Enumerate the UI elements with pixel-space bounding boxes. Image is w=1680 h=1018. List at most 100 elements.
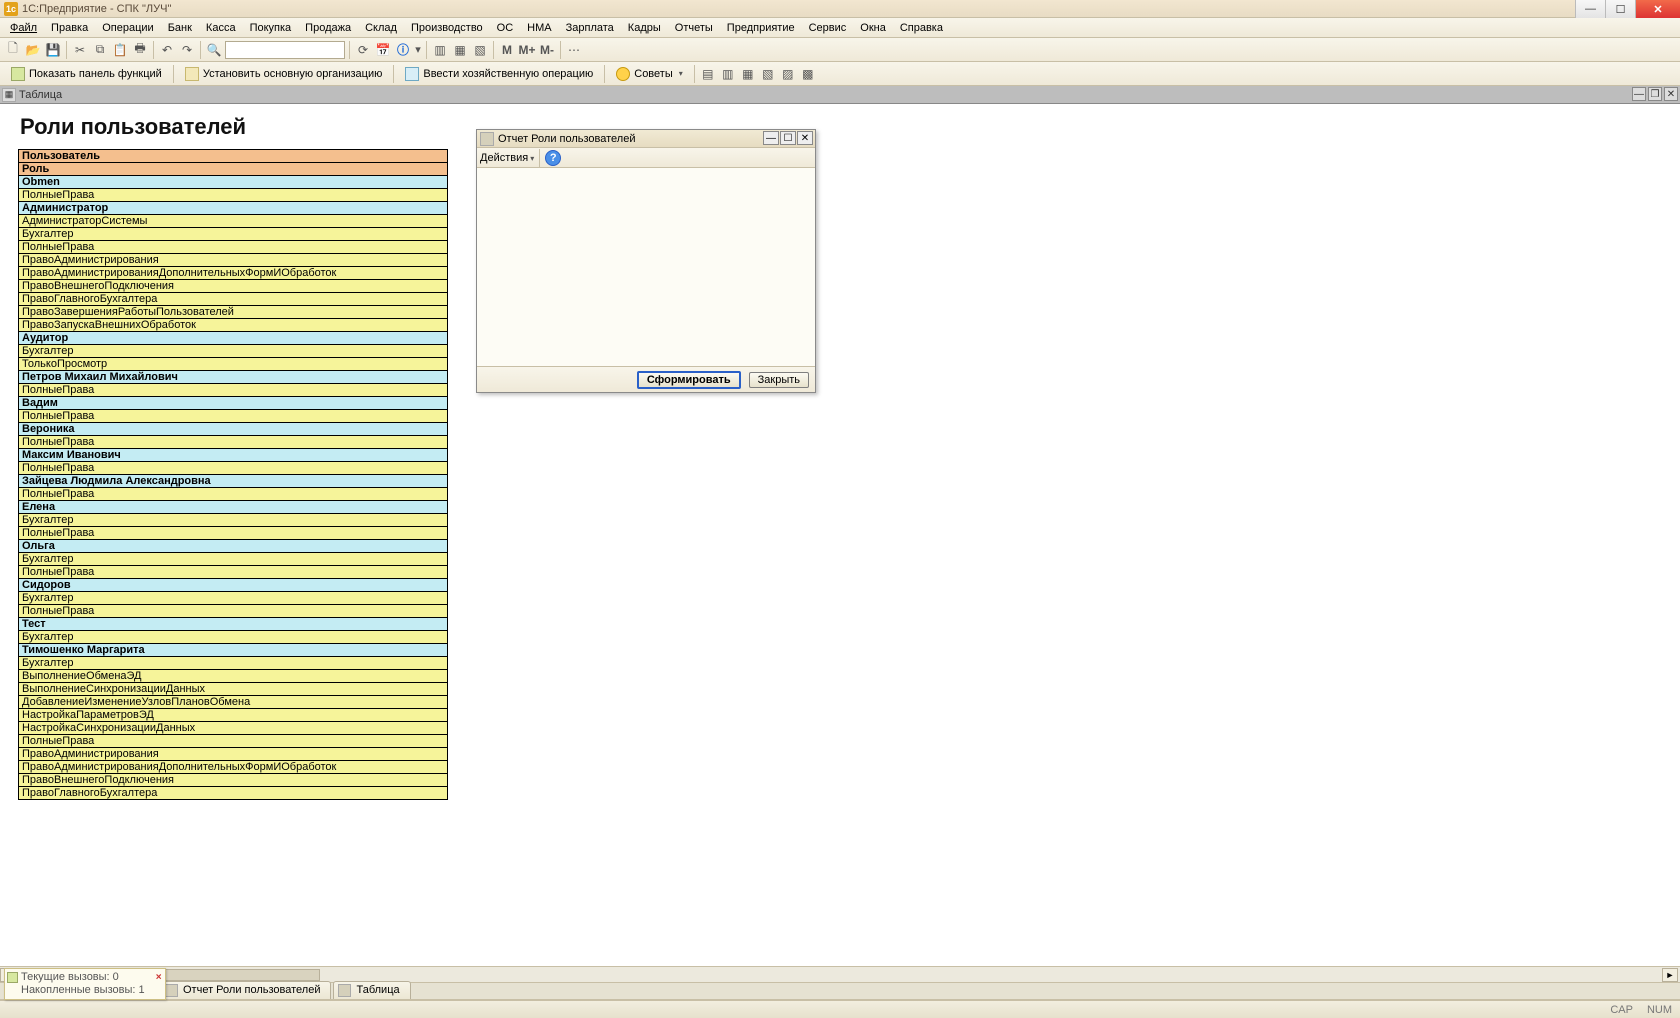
- set-main-org-label: Установить основную организацию: [203, 68, 383, 80]
- report-dialog: Отчет Роли пользователей — ☐ ✕ Действия …: [476, 129, 816, 393]
- menu-service[interactable]: Сервис: [803, 20, 853, 36]
- bulb-icon: [616, 67, 630, 81]
- save-icon[interactable]: 💾: [44, 41, 62, 59]
- enter-operation-button[interactable]: Ввести хозяйственную операцию: [398, 64, 600, 84]
- dialog-close-button[interactable]: ✕: [797, 131, 813, 145]
- dialog-maximize-button[interactable]: ☐: [780, 131, 796, 145]
- report-role-row: ПравоАдминистрированияДополнительныхФорм…: [19, 267, 448, 280]
- report-user-row: Елена: [19, 501, 448, 514]
- menu-purchase[interactable]: Покупка: [244, 20, 298, 36]
- menu-file[interactable]: Файл: [4, 20, 43, 36]
- menu-edit[interactable]: Правка: [45, 20, 94, 36]
- report-role-row: ПолныеПрава: [19, 488, 448, 501]
- extra3-icon[interactable]: ▦: [739, 65, 757, 83]
- report-role-row: ПолныеПрава: [19, 410, 448, 423]
- menu-warehouse[interactable]: Склад: [359, 20, 403, 36]
- show-function-panel-label: Показать панель функций: [29, 68, 162, 80]
- report-role-row: ПолныеПрава: [19, 189, 448, 202]
- report-role-row: НастройкаСинхронизацииДанных: [19, 722, 448, 735]
- dialog-minimize-button[interactable]: —: [763, 131, 779, 145]
- doc-minimize-button[interactable]: —: [1632, 87, 1646, 101]
- report-role-row: ПолныеПрава: [19, 566, 448, 579]
- close-button[interactable]: ✕: [1635, 0, 1680, 18]
- report-user-row: Ольга: [19, 540, 448, 553]
- m-plus-icon[interactable]: M+: [518, 41, 536, 59]
- help-icon[interactable]: ?: [545, 150, 561, 166]
- tool-c-icon[interactable]: ▧: [471, 41, 489, 59]
- menu-production[interactable]: Производство: [405, 20, 489, 36]
- generate-button[interactable]: Сформировать: [637, 371, 741, 389]
- app-logo-icon: 1c: [4, 2, 18, 16]
- cut-icon[interactable]: ✂: [71, 41, 89, 59]
- print-icon[interactable]: 🖶: [131, 41, 149, 59]
- menu-bank[interactable]: Банк: [162, 20, 198, 36]
- find-input[interactable]: [225, 41, 345, 59]
- minimize-button[interactable]: —: [1575, 0, 1605, 18]
- statusbar: CAP NUM: [0, 1000, 1680, 1018]
- tool-b-icon[interactable]: ▦: [451, 41, 469, 59]
- info-icon[interactable]: ⓘ: [394, 41, 412, 59]
- menu-payroll[interactable]: Зарплата: [560, 20, 620, 36]
- report-user-row: Зайцева Людмила Александровна: [19, 475, 448, 488]
- set-main-org-button[interactable]: Установить основную организацию: [178, 64, 390, 84]
- scroll-right-icon[interactable]: ►: [1662, 968, 1678, 982]
- calls-line2: Накопленные вызовы: 1: [21, 984, 145, 997]
- report-user-row: Максим Иванович: [19, 449, 448, 462]
- content-area: Роли пользователей ПользовательРольObmen…: [0, 104, 1680, 966]
- menu-os[interactable]: ОС: [491, 20, 520, 36]
- menu-windows[interactable]: Окна: [854, 20, 892, 36]
- extra6-icon[interactable]: ▩: [799, 65, 817, 83]
- tips-button[interactable]: Советы: [609, 64, 690, 84]
- tab-table-label: Таблица: [356, 984, 399, 996]
- m-minus-icon[interactable]: M-: [538, 41, 556, 59]
- dialog-actions-menu[interactable]: Действия: [480, 152, 534, 164]
- dialog-titlebar[interactable]: Отчет Роли пользователей — ☐ ✕: [477, 130, 815, 148]
- undo-icon[interactable]: ↶: [158, 41, 176, 59]
- window-titlebar: 1c 1С:Предприятие - СПК "ЛУЧ" — ☐ ✕: [0, 0, 1680, 18]
- report-role-row: ПравоАдминистрированияДополнительныхФорм…: [19, 761, 448, 774]
- copy-icon[interactable]: ⧉: [91, 41, 109, 59]
- window-tab-report[interactable]: Отчет Роли пользователей: [160, 981, 331, 999]
- m-icon[interactable]: M: [498, 41, 516, 59]
- extra2-icon[interactable]: ▥: [719, 65, 737, 83]
- tab-table-icon: [338, 984, 351, 997]
- menu-reports[interactable]: Отчеты: [669, 20, 719, 36]
- maximize-button[interactable]: ☐: [1605, 0, 1635, 18]
- menu-help[interactable]: Справка: [894, 20, 949, 36]
- close-dialog-button[interactable]: Закрыть: [749, 372, 809, 388]
- refresh-icon[interactable]: ⟳: [354, 41, 372, 59]
- report-role-row: ПолныеПрава: [19, 735, 448, 748]
- report-header-role: Роль: [19, 163, 448, 176]
- menu-nma[interactable]: НМА: [521, 20, 557, 36]
- menu-operations[interactable]: Операции: [96, 20, 159, 36]
- tool-a-icon[interactable]: ▥: [431, 41, 449, 59]
- report-user-row: Obmen: [19, 176, 448, 189]
- menu-sale[interactable]: Продажа: [299, 20, 357, 36]
- more-icon[interactable]: ⋯: [565, 41, 583, 59]
- menu-cashbox[interactable]: Касса: [200, 20, 242, 36]
- doc-close-button[interactable]: ✕: [1664, 87, 1678, 101]
- new-icon[interactable]: 🗋: [4, 41, 22, 59]
- extra1-icon[interactable]: ▤: [699, 65, 717, 83]
- open-icon[interactable]: 📂: [24, 41, 42, 59]
- extra4-icon[interactable]: ▧: [759, 65, 777, 83]
- report-role-row: АдминистраторСистемы: [19, 215, 448, 228]
- horizontal-scrollbar[interactable]: ◄ ►: [0, 966, 1680, 982]
- paste-icon[interactable]: 📋: [111, 41, 129, 59]
- find-icon[interactable]: 🔍: [205, 41, 223, 59]
- calls-popup-close-icon[interactable]: ×: [156, 971, 162, 984]
- menu-personnel[interactable]: Кадры: [622, 20, 667, 36]
- document-tab-header: ▦ Таблица — ❐ ✕: [0, 86, 1680, 104]
- info-dropdown-icon[interactable]: ▾: [414, 43, 422, 56]
- extra5-icon[interactable]: ▨: [779, 65, 797, 83]
- calendar-icon[interactable]: 📅: [374, 41, 392, 59]
- report-user-row: Тимошенко Маргарита: [19, 644, 448, 657]
- report-title: Роли пользователей: [20, 114, 246, 140]
- redo-icon[interactable]: ↷: [178, 41, 196, 59]
- report-user-row: Тест: [19, 618, 448, 631]
- show-function-panel-button[interactable]: Показать панель функций: [4, 64, 169, 84]
- window-tab-table[interactable]: Таблица: [333, 981, 410, 999]
- doc-restore-button[interactable]: ❐: [1648, 87, 1662, 101]
- menu-enterprise[interactable]: Предприятие: [721, 20, 801, 36]
- report-role-row: ПравоВнешнегоПодключения: [19, 280, 448, 293]
